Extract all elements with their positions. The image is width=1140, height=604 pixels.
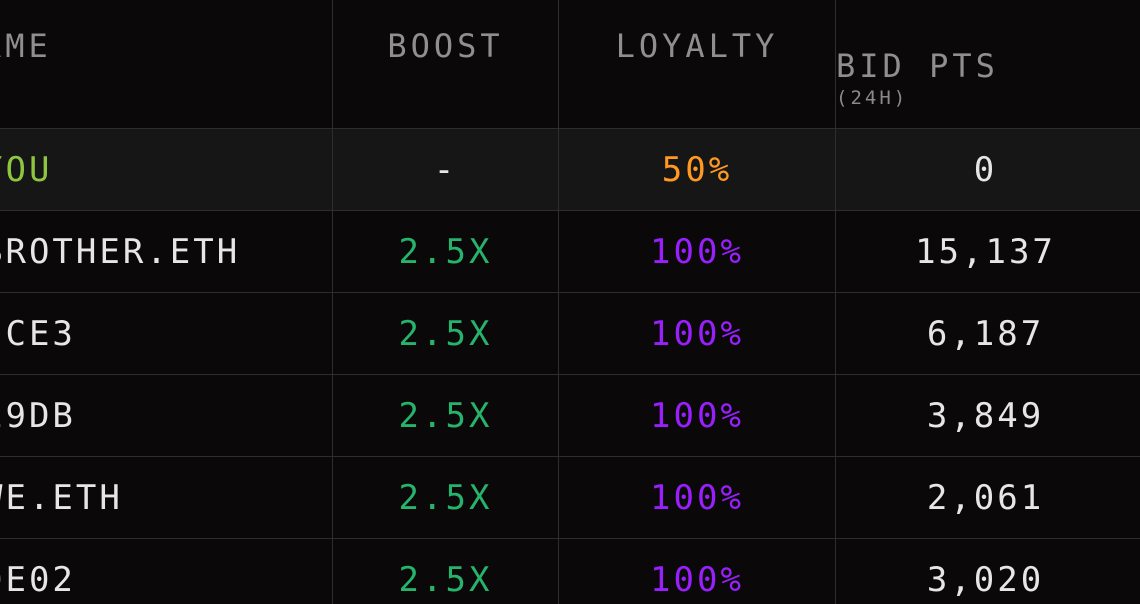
row-loyalty: 50%: [558, 129, 835, 210]
row-name: 5CE3: [0, 313, 76, 354]
leaderboard-table: AME BOOST LOYALTY BID PTS (24H) YOU - 50…: [0, 0, 1140, 604]
row-boost: 2.5X: [332, 211, 558, 292]
row-loyalty: 100%: [558, 211, 835, 292]
row-boost: 2.5X: [332, 539, 558, 604]
table-row[interactable]: WE.ETH 2.5X 100% 2,061: [0, 457, 1140, 539]
row-name: 19DB: [0, 395, 76, 436]
row-bid-pts: 2,061: [835, 457, 1135, 538]
row-name: BROTHER.ETH: [0, 231, 241, 272]
row-boost: -: [332, 129, 558, 210]
bid-pts-period: (24H): [836, 86, 909, 109]
row-loyalty: 100%: [558, 293, 835, 374]
bid-pts-label: BID PTS: [836, 46, 999, 85]
row-loyalty: 100%: [558, 539, 835, 604]
table-row[interactable]: 5CE3 2.5X 100% 6,187: [0, 293, 1140, 375]
row-bid-pts: 15,137: [835, 211, 1135, 292]
row-bid-pts: 3,020: [835, 539, 1135, 604]
row-boost: 2.5X: [332, 293, 558, 374]
row-bid-pts: 3,849: [835, 375, 1135, 456]
row-bid-pts: 0: [835, 129, 1135, 210]
row-loyalty: 100%: [558, 375, 835, 456]
row-name: WE.ETH: [0, 477, 123, 518]
row-bid-pts: 6,187: [835, 293, 1135, 374]
column-header-bid-pts[interactable]: BID PTS (24H): [835, 0, 1135, 128]
column-header-loyalty[interactable]: LOYALTY: [558, 0, 835, 128]
table-row[interactable]: 19DB 2.5X 100% 3,849: [0, 375, 1140, 457]
column-header-name[interactable]: AME: [0, 0, 332, 128]
row-name: YOU: [0, 149, 53, 190]
row-name: 0E02: [0, 559, 76, 600]
table-row[interactable]: BROTHER.ETH 2.5X 100% 15,137: [0, 211, 1140, 293]
table-row[interactable]: 0E02 2.5X 100% 3,020: [0, 539, 1140, 604]
table-header: AME BOOST LOYALTY BID PTS (24H): [0, 0, 1140, 129]
row-boost: 2.5X: [332, 375, 558, 456]
column-header-boost[interactable]: BOOST: [332, 0, 558, 128]
table-row-you[interactable]: YOU - 50% 0: [0, 129, 1140, 211]
row-loyalty: 100%: [558, 457, 835, 538]
row-boost: 2.5X: [332, 457, 558, 538]
